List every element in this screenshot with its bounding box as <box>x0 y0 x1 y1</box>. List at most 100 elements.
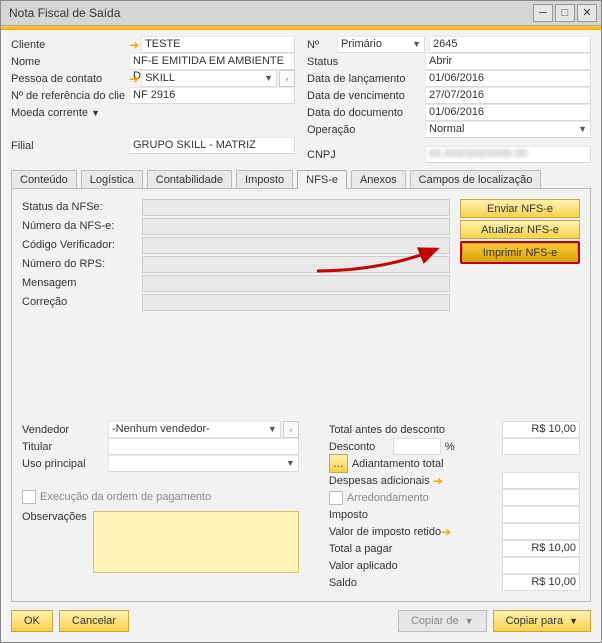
imposto-label: Imposto <box>329 509 469 521</box>
arredondamento-label: Arredondamento <box>347 492 487 504</box>
nfse-codver-field <box>142 237 450 254</box>
nfse-mensagem-field <box>142 275 450 292</box>
adiantamento-button[interactable]: … <box>329 454 348 473</box>
status-field: Abrir <box>425 53 591 70</box>
chevron-down-icon: ▼ <box>569 616 578 626</box>
tab-contabilidade[interactable]: Contabilidade <box>147 170 232 189</box>
ref-field[interactable]: NF 2916 <box>129 87 295 104</box>
moeda-combo[interactable]: Moeda corrente ▼ <box>11 107 129 119</box>
execucao-ordem-label: Execução da ordem de pagamento <box>40 491 211 503</box>
despesas-value <box>502 472 580 489</box>
valor-aplicado-label: Valor aplicado <box>329 560 469 572</box>
operacao-label: Operação <box>307 124 425 136</box>
filial-label: Filial <box>11 140 129 152</box>
observacoes-textarea[interactable] <box>93 511 299 573</box>
despesas-label: Despesas adicionais ➜ <box>329 475 469 487</box>
link-arrow-icon[interactable]: ➜ <box>441 526 451 538</box>
chevron-down-icon: ▼ <box>465 616 474 626</box>
vencimento-label: Data de vencimento <box>307 90 425 102</box>
numero-label: Nº <box>307 39 337 51</box>
lancamento-label: Data de lançamento <box>307 73 425 85</box>
arredondamento-value <box>502 489 580 506</box>
nfse-numero-field <box>142 218 450 235</box>
nfse-status-field <box>142 199 450 216</box>
nfse-rps-label: Número do RPS: <box>22 256 132 273</box>
saldo-label: Saldo <box>329 577 469 589</box>
nfse-correcao-label: Correção <box>22 294 132 311</box>
nfse-codver-label: Código Verificador: <box>22 237 132 254</box>
observacoes-label: Observações <box>22 511 87 523</box>
imposto-retido-value <box>502 523 580 540</box>
details-icon[interactable]: ◦ <box>279 70 295 87</box>
lancamento-field[interactable]: 01/06/2016 <box>425 70 591 87</box>
status-label: Status <box>307 56 425 68</box>
tab-logistica[interactable]: Logística <box>81 170 143 189</box>
enviar-nfse-button[interactable]: Enviar NFS-e <box>460 199 580 218</box>
cliente-field[interactable]: TESTE <box>141 36 295 53</box>
nfse-correcao-field <box>142 294 450 311</box>
documento-label: Data do documento <box>307 107 425 119</box>
titular-field[interactable] <box>108 438 299 455</box>
cancelar-button[interactable]: Cancelar <box>59 610 129 632</box>
tab-nfse[interactable]: NFS-e <box>297 170 347 189</box>
tab-strip: Conteúdo Logística Contabilidade Imposto… <box>11 169 591 188</box>
highlight-annotation: Imprimir NFS-e <box>460 241 580 264</box>
arredondamento-checkbox[interactable] <box>329 491 343 505</box>
chevron-down-icon: ▼ <box>286 456 295 471</box>
imposto-value <box>502 506 580 523</box>
chevron-down-icon: ▼ <box>268 422 277 437</box>
uso-principal-label: Uso principal <box>22 458 108 470</box>
minimize-icon[interactable]: ─ <box>533 4 553 22</box>
imposto-retido-label: Valor de imposto retido➜ <box>329 526 469 538</box>
window-titlebar: Nota Fiscal de Saída ─ □ ✕ <box>1 1 601 26</box>
execucao-ordem-checkbox[interactable] <box>22 490 36 504</box>
link-arrow-icon[interactable]: ➜ <box>129 39 139 51</box>
cnpj-label: CNPJ <box>307 149 425 161</box>
documento-field[interactable]: 01/06/2016 <box>425 104 591 121</box>
nome-field[interactable]: NF-E EMITIDA EM AMBIENTE D <box>129 53 295 70</box>
tab-conteudo[interactable]: Conteúdo <box>11 170 77 189</box>
desconto-value <box>502 438 580 455</box>
nome-label: Nome <box>11 56 129 68</box>
tab-imposto[interactable]: Imposto <box>236 170 293 189</box>
saldo-value: R$ 10,00 <box>502 574 580 591</box>
chevron-down-icon: ▼ <box>578 122 587 137</box>
atualizar-nfse-button[interactable]: Atualizar NFS-e <box>460 220 580 239</box>
ref-label: Nº de referência do clie <box>11 90 129 102</box>
desconto-pct-field[interactable] <box>393 438 441 455</box>
maximize-icon[interactable]: □ <box>555 4 575 22</box>
numero-tipo-combo[interactable]: Primário▼ <box>337 36 425 53</box>
details-icon[interactable]: ◦ <box>283 421 299 438</box>
link-arrow-icon[interactable]: ➜ <box>129 73 139 85</box>
vencimento-field[interactable]: 27/07/2016 <box>425 87 591 104</box>
nfse-mensagem-label: Mensagem <box>22 275 132 292</box>
link-arrow-icon[interactable]: ➜ <box>433 475 443 487</box>
vendedor-combo[interactable]: -Nenhum vendedor-▼ <box>108 421 281 438</box>
copiar-de-button[interactable]: Copiar de▼ <box>398 610 487 632</box>
close-icon[interactable]: ✕ <box>577 4 597 22</box>
adiantamento-label: Adiantamento total <box>352 458 492 470</box>
window-title: Nota Fiscal de Saída <box>5 6 531 20</box>
adiantamento-value <box>504 456 580 471</box>
titular-label: Titular <box>22 441 108 453</box>
pessoa-combo[interactable]: SKILL▼ <box>141 70 277 87</box>
chevron-down-icon: ▼ <box>412 37 421 52</box>
tab-body-nfse: Status da NFSe: Número da NFS-e: Código … <box>11 188 591 602</box>
ok-button[interactable]: OK <box>11 610 53 632</box>
nfse-numero-label: Número da NFS-e: <box>22 218 132 235</box>
uso-principal-combo[interactable]: ▼ <box>108 455 299 472</box>
nfse-rps-field <box>142 256 450 273</box>
valor-aplicado-value <box>502 557 580 574</box>
imprimir-nfse-button[interactable]: Imprimir NFS-e <box>462 243 578 262</box>
total-pagar-label: Total a pagar <box>329 543 469 555</box>
cnpj-field: 99.999/999/9999-99 <box>425 146 591 163</box>
operacao-combo[interactable]: Normal▼ <box>425 121 591 138</box>
pessoa-label: Pessoa de contato <box>11 73 129 85</box>
numero-field[interactable]: 2645 <box>429 36 591 53</box>
vendedor-label: Vendedor <box>22 424 108 436</box>
percent-label: % <box>445 441 455 453</box>
tab-campos-localizacao[interactable]: Campos de localização <box>410 170 542 189</box>
tab-anexos[interactable]: Anexos <box>351 170 406 189</box>
filial-field[interactable]: GRUPO SKILL - MATRIZ <box>129 137 295 154</box>
copiar-para-button[interactable]: Copiar para▼ <box>493 610 591 632</box>
